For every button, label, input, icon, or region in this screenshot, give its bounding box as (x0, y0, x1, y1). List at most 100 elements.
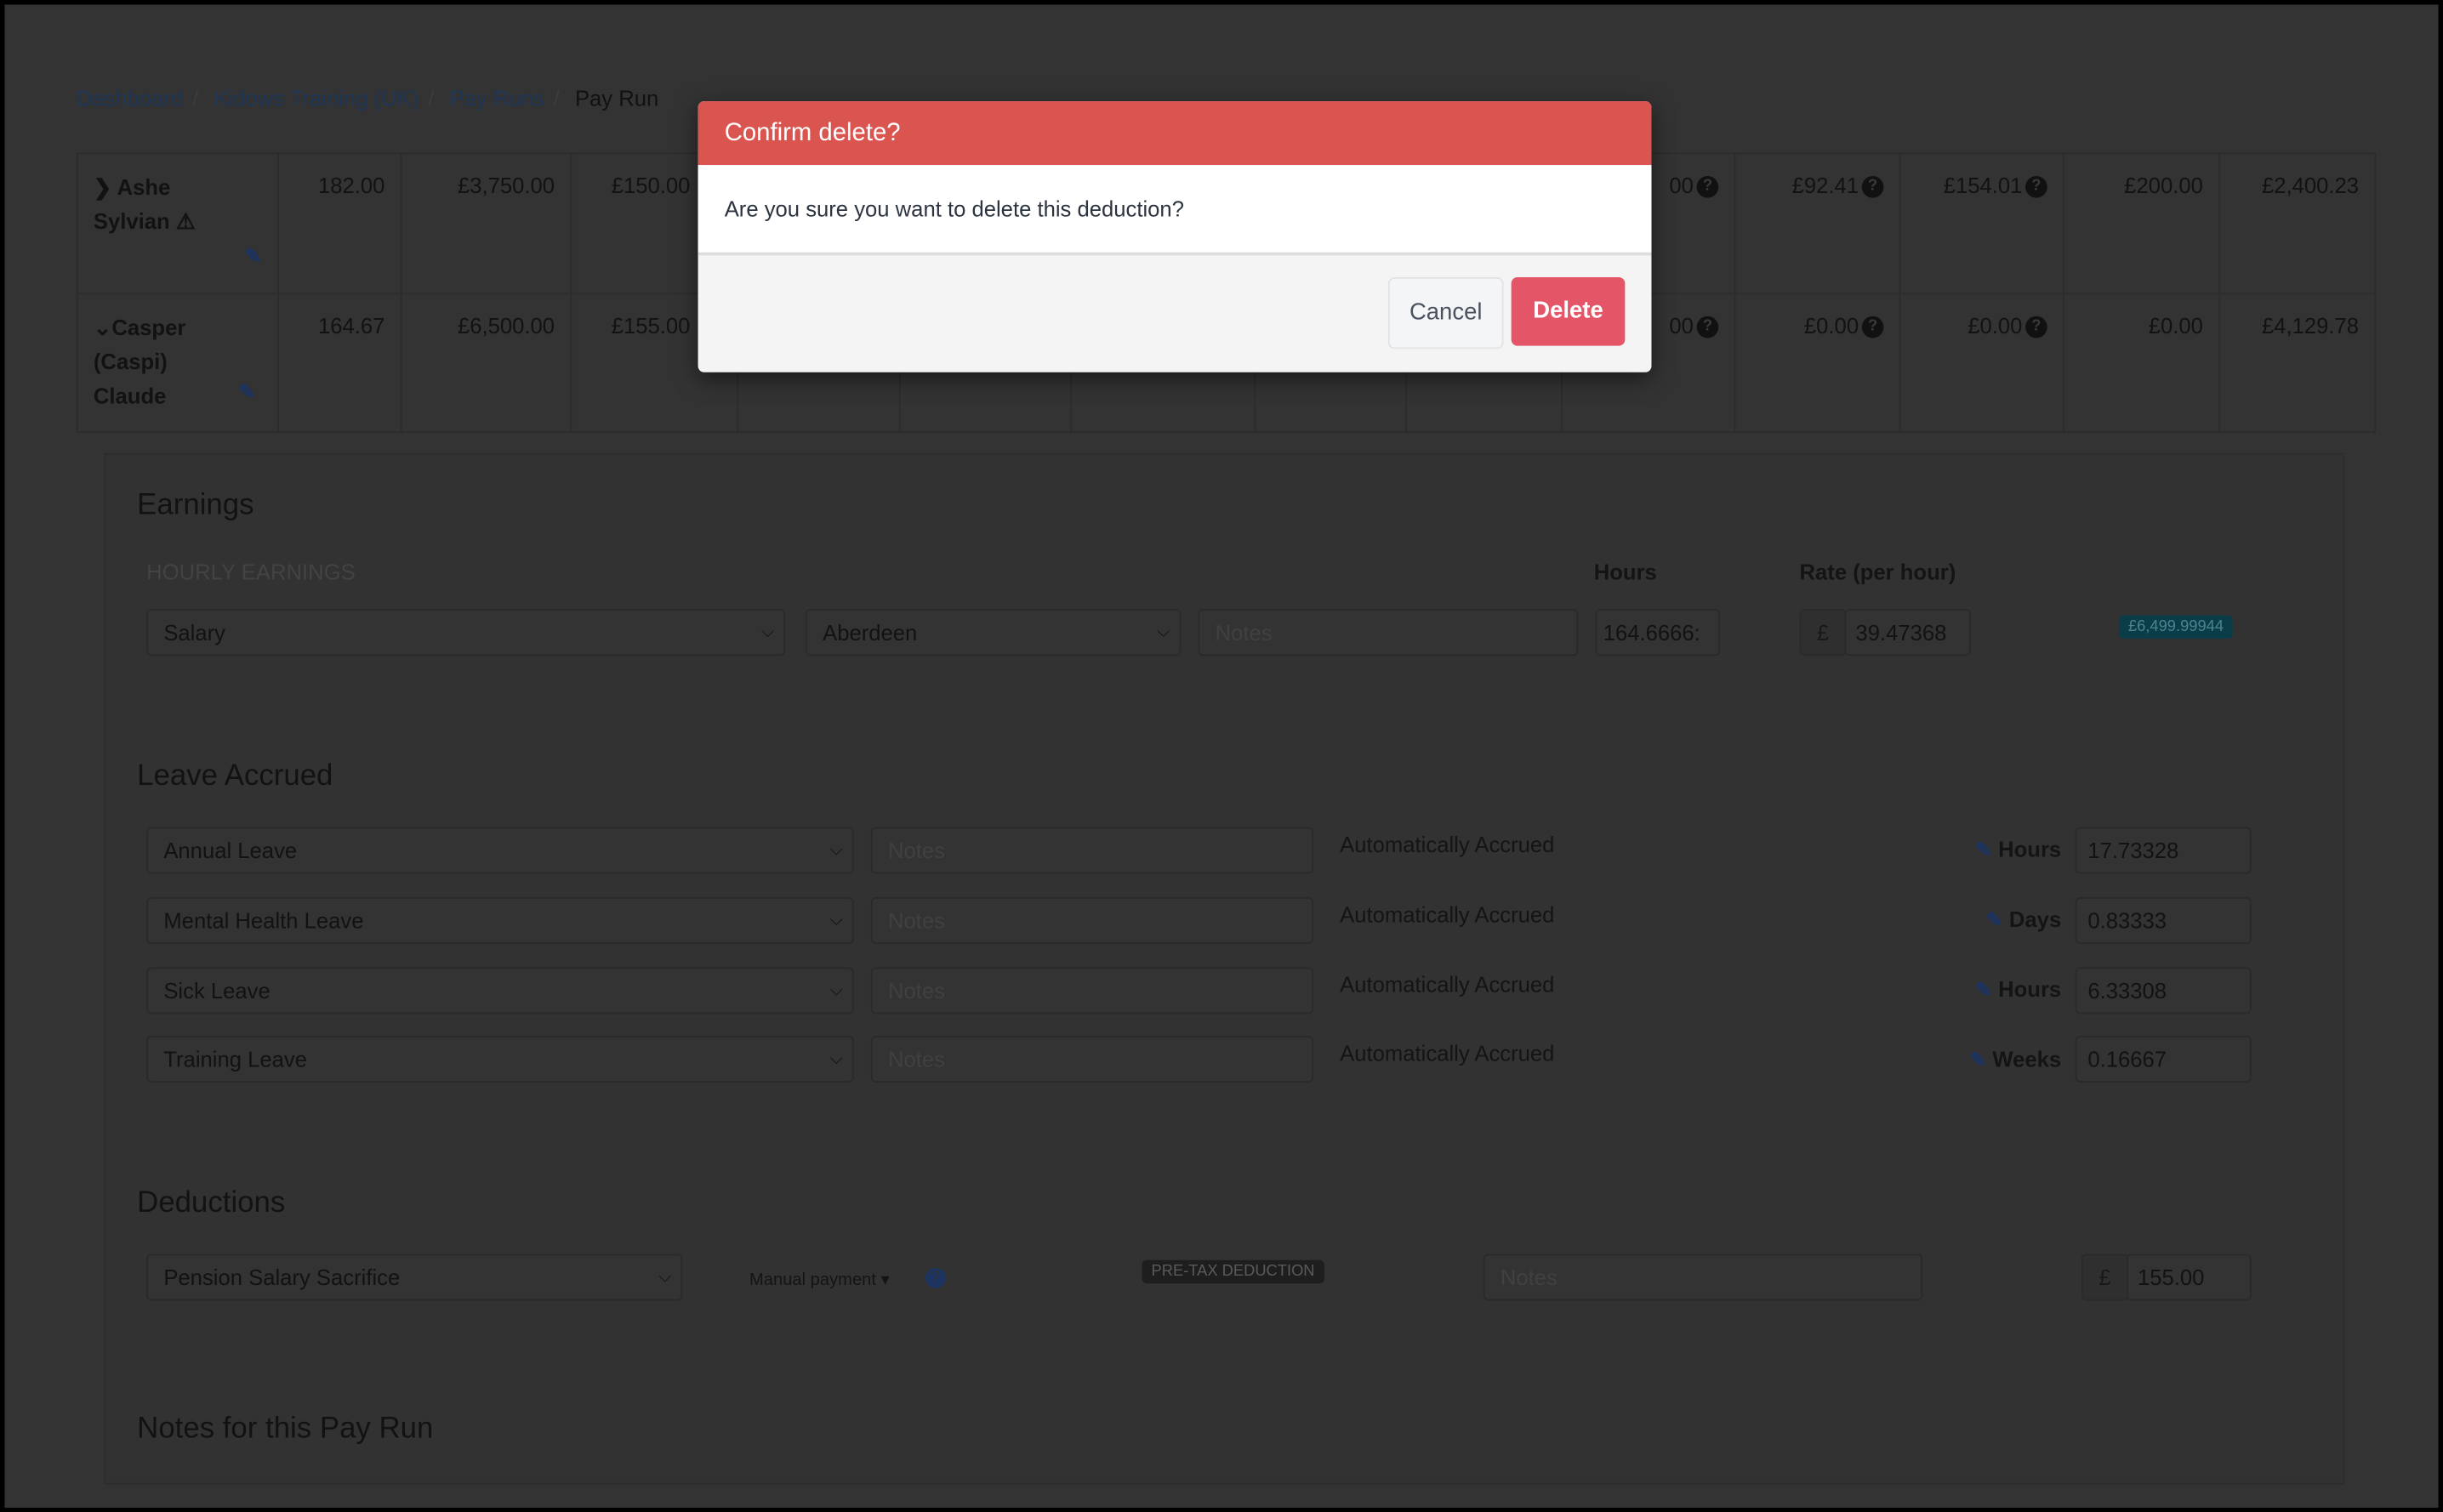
help-icon[interactable]: ? (1696, 316, 1719, 339)
delete-button[interactable]: Delete (1511, 277, 1626, 346)
deductions-title: Deductions (137, 1186, 286, 1220)
cell-value: £154.01 (1943, 173, 2023, 198)
breadcrumb: Dashboard / Kidows Training (UK) / Pay Run… (76, 85, 659, 111)
cell-value: £0.00 (1967, 313, 2023, 338)
rate-input[interactable]: 39.47368 (1844, 609, 1971, 657)
earnings-notes-input[interactable]: Notes (1198, 609, 1579, 657)
earnings-type-select[interactable]: Salary ⌵ (146, 609, 786, 657)
help-icon[interactable]: ? (1861, 316, 1884, 339)
hours-cell: 164.67 (277, 293, 402, 434)
deduction-notes-input[interactable]: Notes (1483, 1253, 1923, 1301)
payment-method-value: Manual payment (749, 1270, 876, 1290)
help-icon[interactable]: ? (2025, 316, 2047, 339)
notes-section-title: Notes for this Pay Run (137, 1413, 434, 1446)
select-value: Training Leave (163, 1046, 307, 1072)
select-value: Mental Health Leave (163, 907, 364, 934)
gross-cell: £3,750.00 (400, 152, 572, 295)
edit-pencil-icon[interactable]: ✎ (1975, 978, 1992, 1001)
chevron-down-icon[interactable]: ⌄ (94, 315, 111, 339)
leave-notes-input[interactable]: Notes (870, 1036, 1314, 1083)
edit-pencil-icon[interactable]: ✎ (1975, 838, 1992, 861)
select-value: Aberdeen (823, 619, 918, 645)
leave-accrued-title: Leave Accrued (137, 759, 333, 793)
currency-addon: £ (2081, 1253, 2128, 1301)
hours-label: Hours (1593, 559, 1657, 584)
net-pay-cell: £2,400.23 (2218, 152, 2377, 295)
chevron-down-icon: ⌵ (829, 841, 843, 861)
unit-text: Days (2008, 906, 2062, 932)
cell-value: £92.41 (1791, 173, 1859, 198)
breadcrumb-current: Pay Run (574, 85, 659, 111)
select-value: Annual Leave (163, 838, 298, 863)
net-pay-cell: £4,129.78 (2218, 293, 2377, 434)
leave-unit-label[interactable]: ✎ Days (1956, 906, 2062, 933)
leave-value-input[interactable]: 0.83333 (2075, 897, 2252, 944)
hours-input[interactable]: 164.6666: (1595, 609, 1721, 657)
ni-cell: £92.41? (1734, 152, 1901, 295)
unit-text: Weeks (1992, 1046, 2062, 1072)
chevron-right-icon[interactable]: ❯ (94, 174, 111, 199)
employee-last-name: Sylvian (93, 208, 170, 234)
unit-text: Hours (1998, 836, 2062, 861)
pay-run-page: Dashboard / Kidows Training (UK) / Pay Run… (0, 0, 2443, 1512)
breadcrumb-dashboard[interactable]: Dashboard (77, 86, 183, 111)
confirm-delete-modal: Confirm delete? Are you sure you want to… (698, 101, 1652, 372)
leave-type-select[interactable]: Training Leave ⌵ (146, 1036, 854, 1083)
leave-type-select[interactable]: Mental Health Leave ⌵ (146, 897, 854, 944)
hourly-earnings-label: HOURLY EARNINGS (146, 559, 356, 584)
help-icon[interactable]: ? (925, 1267, 946, 1288)
pension-cell: £200.00 (2063, 152, 2221, 295)
chevron-down-icon: ⌵ (761, 622, 775, 642)
select-value: Salary (163, 619, 226, 645)
help-icon[interactable]: ? (2025, 176, 2047, 199)
accrual-status: Automatically Accrued (1340, 1040, 1555, 1066)
chevron-down-icon: ⌵ (829, 911, 843, 930)
employee-name-cell[interactable]: ⌄Casper (Caspi) Claude ✎ (76, 293, 279, 434)
modal-title: Confirm delete? (698, 101, 1652, 166)
cancel-button[interactable]: Cancel (1387, 277, 1504, 350)
edit-pencil-icon[interactable]: ✎ (1986, 908, 2003, 931)
accrual-status: Automatically Accrued (1340, 832, 1555, 857)
leave-type-select[interactable]: Annual Leave ⌵ (146, 827, 854, 874)
leave-unit-label[interactable]: ✎ Hours (1956, 976, 2062, 1003)
edit-pencil-icon[interactable]: ✎ (238, 375, 255, 409)
ni-cell: £0.00? (1734, 293, 1901, 434)
breadcrumb-company[interactable]: Kidows Training (UK) (214, 86, 419, 111)
pre-tax-badge: PRE-TAX DEDUCTION (1142, 1259, 1324, 1284)
chevron-down-icon: ⌵ (1157, 622, 1170, 642)
leave-value-input[interactable]: 0.16667 (2075, 1036, 2252, 1083)
leave-value-input[interactable]: 6.33308 (2075, 967, 2252, 1015)
employee-name-cell[interactable]: ❯ Ashe Sylvian ⚠ ✎ (76, 152, 279, 295)
hours-cell: 182.00 (277, 152, 402, 295)
leave-notes-input[interactable]: Notes (870, 897, 1314, 944)
select-value: Pension Salary Sacrifice (163, 1265, 401, 1290)
edit-pencil-icon[interactable]: ✎ (245, 245, 262, 268)
gross-cell: £6,500.00 (400, 293, 572, 434)
leave-notes-input[interactable]: Notes (870, 967, 1314, 1015)
deduction-type-select[interactable]: Pension Salary Sacrifice ⌵ (146, 1253, 683, 1301)
breadcrumb-pay-runs[interactable]: Pay Runs (450, 86, 544, 111)
chevron-down-icon: ⌵ (829, 981, 843, 1000)
leave-type-select[interactable]: Sick Leave ⌵ (146, 967, 854, 1015)
cell-value: £0.00 (1803, 313, 1859, 338)
help-icon[interactable]: ? (1696, 176, 1719, 199)
payment-method-dropdown[interactable]: Manual payment ▾ (749, 1270, 890, 1290)
earnings-title: Earnings (137, 489, 254, 522)
leave-notes-input[interactable]: Notes (870, 827, 1314, 874)
location-select[interactable]: Aberdeen ⌵ (805, 609, 1182, 657)
leave-unit-label[interactable]: ✎ Weeks (1939, 1047, 2061, 1073)
edit-pencil-icon[interactable]: ✎ (1969, 1049, 1986, 1071)
leave-unit-label[interactable]: ✎ Hours (1956, 836, 2062, 863)
warning-icon: ⚠ (175, 208, 196, 234)
select-value: Sick Leave (163, 978, 270, 1003)
chevron-down-icon: ⌵ (658, 1267, 672, 1287)
leave-value-input[interactable]: 17.73328 (2075, 827, 2252, 874)
employee-first-name: Casper (111, 314, 186, 340)
deduction-amount-input[interactable]: 155.00 (2127, 1253, 2252, 1301)
unit-text: Hours (1998, 976, 2062, 1002)
earnings-total-badge: £6,499.99944 (2118, 615, 2233, 639)
pension-cell: £0.00 (2063, 293, 2221, 434)
cell-value: 00 (1669, 313, 1694, 338)
caret-down-icon: ▾ (880, 1270, 890, 1290)
help-icon[interactable]: ? (1861, 176, 1884, 199)
